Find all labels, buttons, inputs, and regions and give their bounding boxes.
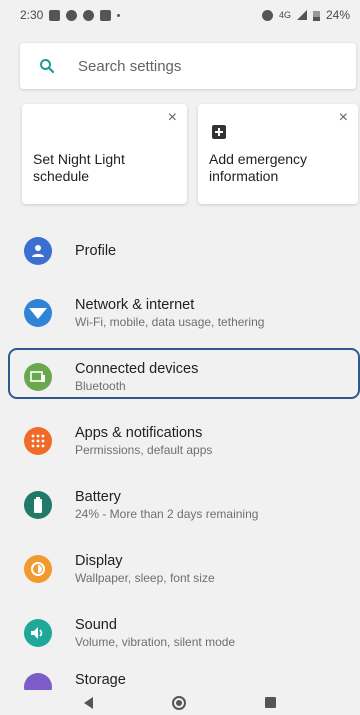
recents-icon[interactable] <box>264 697 276 708</box>
status-bar: 2:30 4G 24% <box>0 0 360 30</box>
suggestion-card-emergency-info[interactable]: × Add emergency information <box>198 104 358 204</box>
battery-icon <box>24 491 52 519</box>
moon-icon <box>38 125 45 139</box>
signal-icon <box>296 10 307 20</box>
setting-item-network[interactable]: Network & internet Wi-Fi, mobile, data u… <box>0 281 360 345</box>
setting-text: Battery 24% - More than 2 days remaining <box>75 488 350 522</box>
setting-title: Display <box>75 553 123 569</box>
notification-icon <box>49 9 61 21</box>
setting-subtitle: Bluetooth <box>75 379 126 393</box>
setting-subtitle: Volume, vibration, silent mode <box>75 635 236 649</box>
setting-text: Sound Volume, vibration, silent mode <box>75 616 350 650</box>
devices-icon <box>24 363 52 391</box>
search-bar[interactable]: Search settings <box>20 43 356 89</box>
setting-item-display[interactable]: Display Wallpaper, sleep, font size <box>0 537 360 601</box>
medical-plus-icon <box>212 125 226 139</box>
brightness-icon <box>24 555 52 583</box>
search-placeholder: Search settings <box>78 57 182 75</box>
volume-icon <box>24 619 52 647</box>
status-right: 4G 24% <box>261 8 350 22</box>
setting-text: Apps & notifications Permissions, defaul… <box>75 424 350 458</box>
setting-subtitle: Wallpaper, sleep, font size <box>75 571 215 585</box>
home-icon[interactable] <box>171 695 186 710</box>
settings-list: Profile Network & internet Wi-Fi, mobile… <box>0 221 360 695</box>
battery-percent: 24% <box>325 8 350 22</box>
search-icon <box>40 59 55 74</box>
wifi-icon <box>24 299 52 327</box>
more-notifications-icon <box>117 13 121 17</box>
network-type: 4G <box>278 10 291 20</box>
suggestion-card-night-light[interactable]: × Set Night Light schedule <box>22 104 187 204</box>
chat-icon <box>66 9 78 21</box>
setting-item-battery[interactable]: Battery 24% - More than 2 days remaining <box>0 473 360 537</box>
setting-text: Storage <box>75 671 350 689</box>
setting-subtitle: Wi-Fi, mobile, data usage, tethering <box>75 315 265 329</box>
suggestion-label: Add emergency information <box>209 151 308 184</box>
setting-subtitle: 24% - More than 2 days remaining <box>75 507 259 521</box>
dismiss-icon[interactable]: × <box>339 110 348 126</box>
person-icon <box>24 237 52 265</box>
setting-title: Storage <box>75 672 126 688</box>
setting-title: Apps & notifications <box>75 425 203 441</box>
setting-item-apps[interactable]: Apps & notifications Permissions, defaul… <box>0 409 360 473</box>
setting-text: Connected devices Bluetooth <box>75 360 350 394</box>
system-nav-bar <box>0 690 360 715</box>
battery-status-icon <box>312 10 320 21</box>
status-left: 2:30 <box>20 8 121 22</box>
back-icon[interactable] <box>84 696 94 709</box>
setting-item-profile[interactable]: Profile <box>0 221 360 281</box>
setting-title: Connected devices <box>75 361 199 377</box>
usb-icon <box>100 9 112 21</box>
apps-icon <box>24 427 52 455</box>
setting-title: Network & internet <box>75 297 195 313</box>
setting-text: Network & internet Wi-Fi, mobile, data u… <box>75 296 350 330</box>
suggestion-label: Set Night Light schedule <box>33 151 125 184</box>
data-saver-icon <box>261 9 273 21</box>
setting-item-sound[interactable]: Sound Volume, vibration, silent mode <box>0 601 360 665</box>
dismiss-icon[interactable]: × <box>168 110 177 126</box>
setting-title: Battery <box>75 489 121 505</box>
setting-item-connected-devices[interactable]: Connected devices Bluetooth <box>0 345 360 409</box>
sync-icon <box>83 9 95 21</box>
setting-title: Profile <box>75 243 117 259</box>
status-time: 2:30 <box>20 8 44 22</box>
setting-subtitle: Permissions, default apps <box>75 443 213 457</box>
setting-text: Profile <box>75 242 350 260</box>
setting-text: Display Wallpaper, sleep, font size <box>75 552 350 586</box>
setting-title: Sound <box>75 617 117 633</box>
